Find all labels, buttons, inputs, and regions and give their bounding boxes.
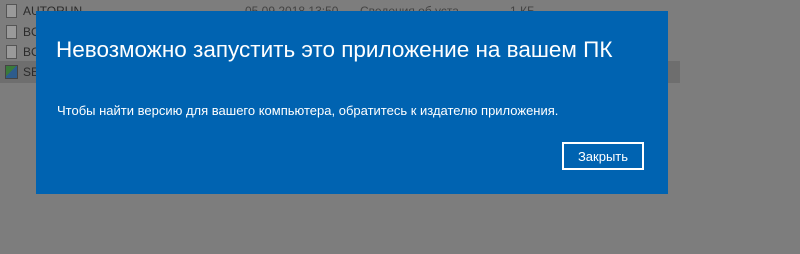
dialog-message: Чтобы найти версию для вашего компьютера… (57, 103, 559, 118)
dialog-title: Невозможно запустить это приложение на в… (56, 37, 613, 62)
setup-icon (5, 65, 18, 79)
close-button[interactable]: Закрыть (562, 142, 644, 170)
file-icon (6, 25, 17, 39)
error-dialog: Невозможно запустить это приложение на в… (36, 11, 668, 194)
file-icon (6, 4, 17, 18)
file-icon (6, 45, 17, 59)
